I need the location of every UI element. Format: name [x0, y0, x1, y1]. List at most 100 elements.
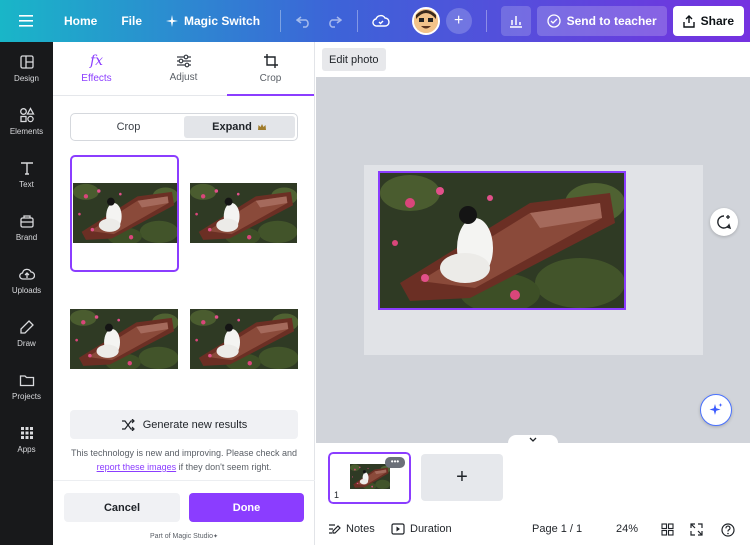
redo-icon [329, 16, 343, 28]
tab-label: Adjust [169, 72, 198, 83]
rail-item-design[interactable]: Design [0, 42, 53, 95]
edit-photo-button[interactable]: Edit photo [322, 48, 386, 71]
rail-label: Uploads [11, 286, 42, 295]
side-panel: fx Effects Adjust Crop Crop Expand Gener… [53, 42, 315, 545]
result-image [190, 183, 297, 243]
share-button[interactable]: Share [672, 6, 744, 36]
expand-result-1[interactable] [70, 155, 179, 272]
bar-chart-icon [509, 16, 522, 28]
page-more-button[interactable]: ••• [385, 457, 405, 468]
home-link[interactable]: Home [52, 6, 109, 36]
pages-strip: 1 ••• + [316, 443, 750, 515]
notes-label: Notes [346, 523, 375, 535]
status-bar: Notes Duration Page 1 / 1 24% [316, 515, 750, 545]
magic-assistant-button[interactable] [700, 394, 732, 426]
canvas-workspace: Edit photo [316, 42, 750, 444]
cancel-button[interactable]: Cancel [64, 493, 180, 522]
shuffle-icon [121, 418, 135, 431]
note-suffix: if they don't seem right. [176, 462, 272, 472]
apps-icon [20, 427, 33, 439]
rail-item-brand[interactable]: Brand [0, 201, 53, 254]
disclaimer-note: This technology is new and improving. Pl… [70, 446, 298, 474]
expand-result-3[interactable] [70, 309, 179, 369]
crop-expand-toggle: Crop Expand [70, 113, 298, 141]
uploads-icon [18, 268, 35, 280]
page-thumbnail[interactable]: 1 ••• [327, 451, 412, 505]
generate-new-results-button[interactable]: Generate new results [70, 410, 298, 439]
help-button[interactable] [721, 523, 735, 540]
rail-label: Design [14, 74, 39, 83]
rail-label: Elements [9, 127, 44, 136]
undo-button[interactable] [289, 6, 319, 36]
undo-icon [296, 16, 309, 28]
design-page[interactable] [364, 165, 703, 355]
plus-icon: + [456, 466, 468, 488]
page-indicator[interactable]: Page 1 / 1 [532, 523, 582, 535]
panel-tabs: fx Effects Adjust Crop [53, 42, 314, 96]
expand-option[interactable]: Expand [184, 116, 295, 138]
tab-crop[interactable]: Crop [227, 42, 314, 96]
duration-label: Duration [410, 523, 452, 535]
rail-label: Projects [12, 392, 41, 401]
save-status-button[interactable] [366, 6, 396, 36]
sliders-icon [176, 54, 191, 68]
magic-switch-button[interactable]: Magic Switch [154, 6, 272, 36]
crop-option[interactable]: Crop [73, 116, 184, 138]
zoom-level[interactable]: 24% [616, 523, 638, 535]
notes-icon [329, 524, 341, 534]
expand-result-4[interactable] [190, 309, 299, 369]
avatar[interactable] [411, 7, 440, 35]
fx-icon: fx [89, 53, 104, 69]
menu-button[interactable] [0, 0, 52, 42]
tab-effects[interactable]: fx Effects [53, 42, 140, 95]
grid-view-button[interactable] [661, 523, 674, 539]
sparkles-icon [709, 403, 723, 415]
done-button[interactable]: Done [189, 493, 304, 522]
fullscreen-button[interactable] [690, 523, 703, 539]
tab-adjust[interactable]: Adjust [140, 42, 227, 95]
chevron-down-icon [529, 437, 537, 442]
duration-icon [391, 523, 405, 535]
share-upload-icon [682, 14, 695, 28]
insights-button[interactable] [500, 6, 531, 36]
divider [357, 10, 359, 32]
expand-result-2[interactable] [190, 183, 299, 243]
draw-icon [19, 320, 34, 334]
add-comment-button[interactable] [710, 208, 738, 236]
tab-label: Effects [81, 73, 112, 84]
rail-item-draw[interactable]: Draw [0, 307, 53, 360]
send-to-teacher-button[interactable]: Send to teacher [536, 6, 667, 36]
fullscreen-icon [690, 523, 703, 536]
generate-label: Generate new results [142, 418, 248, 431]
design-icon [19, 55, 34, 69]
projects-icon [19, 375, 34, 387]
studio-text: Part of Magic Studio [149, 533, 213, 540]
rail-item-apps[interactable]: Apps [0, 413, 53, 466]
cloud-check-icon [372, 14, 390, 27]
brand-icon [19, 215, 34, 228]
crop-icon [263, 54, 278, 68]
avatar-face-icon [413, 9, 438, 33]
result-image [73, 183, 177, 243]
grid-view-icon [661, 523, 674, 536]
rail-item-text[interactable]: Text [0, 148, 53, 201]
rail-item-projects[interactable]: Projects [0, 360, 53, 413]
left-rail: Design Elements Text Brand Uploads Draw … [0, 42, 53, 545]
share-label: Share [700, 14, 734, 28]
rail-item-uploads[interactable]: Uploads [0, 254, 53, 307]
report-images-link[interactable]: report these images [97, 462, 177, 472]
duration-button[interactable]: Duration [391, 523, 452, 535]
magic-switch-label: Magic Switch [184, 14, 261, 28]
selected-photo[interactable] [378, 171, 626, 310]
note-prefix: This technology is new and improving. Pl… [70, 448, 298, 458]
notes-button[interactable]: Notes [328, 523, 375, 535]
send-to-teacher-label: Send to teacher [566, 14, 657, 28]
help-icon [721, 523, 735, 537]
file-menu[interactable]: File [109, 6, 154, 36]
photo-image [380, 173, 624, 308]
rail-item-elements[interactable]: Elements [0, 95, 53, 148]
sparkle-icon [166, 15, 179, 27]
add-page-button[interactable]: + [421, 454, 503, 501]
invite-button[interactable]: + [445, 8, 472, 34]
redo-button[interactable] [319, 6, 349, 36]
